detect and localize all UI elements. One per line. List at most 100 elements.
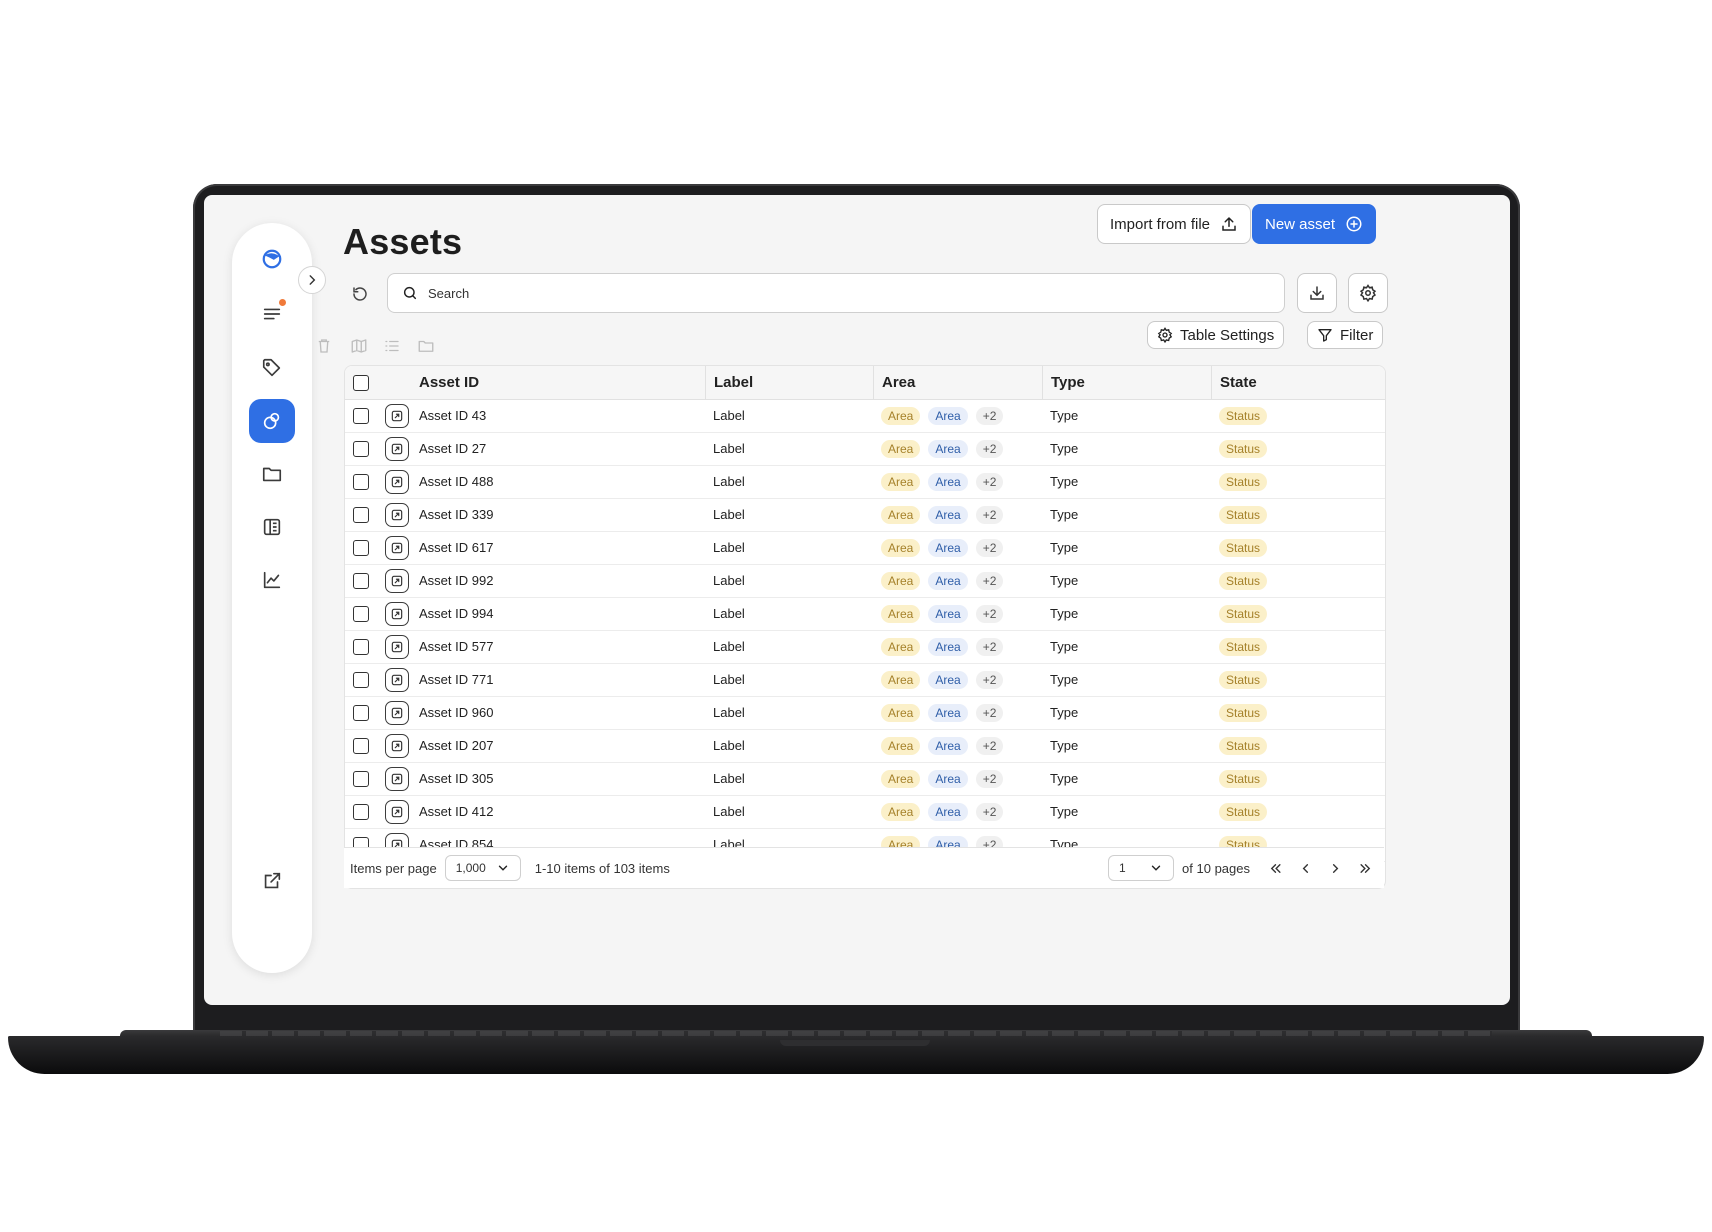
table-row[interactable]: Asset ID 412 Label Area Area +2 Type Status [345, 795, 1385, 829]
area-more-tag[interactable]: +2 [975, 604, 1004, 623]
table-row[interactable]: Asset ID 305 Label Area Area +2 Type Status [345, 762, 1385, 796]
refresh-button[interactable] [347, 281, 373, 307]
row-checkbox[interactable] [353, 539, 369, 556]
header-state[interactable]: State [1211, 366, 1380, 399]
table-row[interactable]: Asset ID 771 Label Area Area +2 Type Status [345, 663, 1385, 697]
state-cell: Status [1211, 671, 1380, 689]
logo-icon[interactable] [249, 237, 295, 281]
folder-icon[interactable] [249, 452, 295, 496]
area-more-tag[interactable]: +2 [975, 472, 1004, 491]
search-input[interactable] [426, 284, 1250, 302]
table-row[interactable]: Asset ID 488 Label Area Area +2 Type Status [345, 465, 1385, 499]
open-asset-icon[interactable] [385, 634, 409, 659]
gear-icon [1157, 327, 1173, 343]
area-tag: Area [881, 769, 921, 788]
open-asset-icon[interactable] [385, 403, 409, 428]
row-checkbox[interactable] [353, 737, 369, 754]
table-settings-button[interactable]: Table Settings [1147, 321, 1285, 349]
import-from-file-button[interactable]: Import from file [1097, 204, 1252, 244]
row-checkbox[interactable] [353, 770, 369, 787]
state-cell: Status [1211, 539, 1380, 557]
area-more-tag[interactable]: +2 [975, 670, 1004, 689]
open-asset-icon[interactable] [385, 568, 409, 593]
table-row[interactable]: Asset ID 617 Label Area Area +2 Type Status [345, 531, 1385, 565]
delete-icon[interactable] [313, 335, 335, 357]
settings-button[interactable] [1348, 273, 1388, 313]
type-cell: Type [1050, 408, 1079, 423]
area-cell: Area Area +2 [873, 406, 1042, 425]
area-more-tag[interactable]: +2 [975, 571, 1004, 590]
row-checkbox[interactable] [353, 473, 369, 490]
sidebar-expand-button[interactable] [298, 266, 326, 294]
area-more-tag[interactable]: +2 [975, 538, 1004, 557]
row-checkbox[interactable] [353, 440, 369, 457]
external-link-icon[interactable] [249, 859, 295, 903]
chevrons-right-icon [1359, 863, 1370, 873]
area-more-tag[interactable]: +2 [975, 736, 1004, 755]
table-row[interactable]: Asset ID 994 Label Area Area +2 Type Status [345, 597, 1385, 631]
next-page-button[interactable] [1322, 855, 1348, 881]
header-label[interactable]: Label [705, 366, 873, 399]
open-asset-icon[interactable] [385, 436, 409, 461]
row-checkbox[interactable] [353, 638, 369, 655]
table-row[interactable]: Asset ID 577 Label Area Area +2 Type Status [345, 630, 1385, 664]
area-more-tag[interactable]: +2 [975, 406, 1004, 425]
area-more-tag[interactable]: +2 [975, 505, 1004, 524]
header-area[interactable]: Area [873, 366, 1042, 399]
map-icon[interactable] [348, 335, 370, 357]
area-more-tag[interactable]: +2 [975, 769, 1004, 788]
row-checkbox[interactable] [353, 704, 369, 721]
download-button[interactable] [1297, 273, 1337, 313]
chart-icon[interactable] [249, 558, 295, 602]
select-all-checkbox[interactable] [353, 374, 369, 391]
table-row[interactable]: Asset ID 960 Label Area Area +2 Type Status [345, 696, 1385, 730]
asset-id-cell: Asset ID 771 [419, 672, 494, 687]
area-more-tag[interactable]: +2 [975, 439, 1004, 458]
area-more-tag[interactable]: +2 [975, 637, 1004, 656]
items-per-page-select[interactable]: 1,000 [444, 855, 521, 881]
open-asset-icon[interactable] [385, 733, 409, 758]
open-asset-icon[interactable] [385, 502, 409, 527]
list-icon[interactable] [381, 335, 403, 357]
new-asset-button[interactable]: New asset [1252, 204, 1377, 244]
folder-move-icon[interactable] [415, 335, 437, 357]
row-checkbox[interactable] [353, 605, 369, 622]
open-asset-icon[interactable] [385, 766, 409, 791]
asset-id-cell: Asset ID 488 [419, 474, 494, 489]
search-field[interactable] [387, 273, 1285, 313]
table-row[interactable]: Asset ID 339 Label Area Area +2 Type Status [345, 498, 1385, 532]
row-checkbox[interactable] [353, 506, 369, 523]
menu-icon[interactable] [249, 292, 295, 336]
table-row[interactable]: Asset ID 207 Label Area Area +2 Type Status [345, 729, 1385, 763]
row-checkbox[interactable] [353, 572, 369, 589]
open-asset-icon[interactable] [385, 469, 409, 494]
open-asset-icon[interactable] [385, 799, 409, 824]
state-cell: Status [1211, 440, 1380, 458]
prev-page-button[interactable] [1292, 855, 1318, 881]
area-tag: Area [881, 604, 921, 623]
row-checkbox[interactable] [353, 803, 369, 820]
area-tag: Area [928, 472, 968, 491]
header-type[interactable]: Type [1042, 366, 1211, 399]
row-checkbox[interactable] [353, 407, 369, 424]
chevron-left-icon [1302, 863, 1308, 873]
open-asset-icon[interactable] [385, 535, 409, 560]
row-checkbox[interactable] [353, 671, 369, 688]
page-select[interactable]: 1 [1108, 855, 1175, 881]
assets-icon[interactable] [249, 399, 295, 443]
area-more-tag[interactable]: +2 [975, 802, 1004, 821]
open-asset-icon[interactable] [385, 667, 409, 692]
tag-icon[interactable] [249, 346, 295, 390]
area-more-tag[interactable]: +2 [975, 703, 1004, 722]
header-asset-id[interactable]: Asset ID [417, 374, 705, 391]
open-asset-icon[interactable] [385, 601, 409, 626]
book-icon[interactable] [249, 505, 295, 549]
table-row[interactable]: Asset ID 43 Label Area Area +2 Type Status [345, 399, 1385, 433]
first-page-button[interactable] [1262, 855, 1288, 881]
filter-button[interactable]: Filter [1307, 321, 1384, 349]
table-row[interactable]: Asset ID 992 Label Area Area +2 Type Status [345, 564, 1385, 598]
table-row[interactable]: Asset ID 27 Label Area Area +2 Type Status [345, 432, 1385, 466]
area-tag: Area [928, 736, 968, 755]
open-asset-icon[interactable] [385, 700, 409, 725]
last-page-button[interactable] [1352, 855, 1378, 881]
